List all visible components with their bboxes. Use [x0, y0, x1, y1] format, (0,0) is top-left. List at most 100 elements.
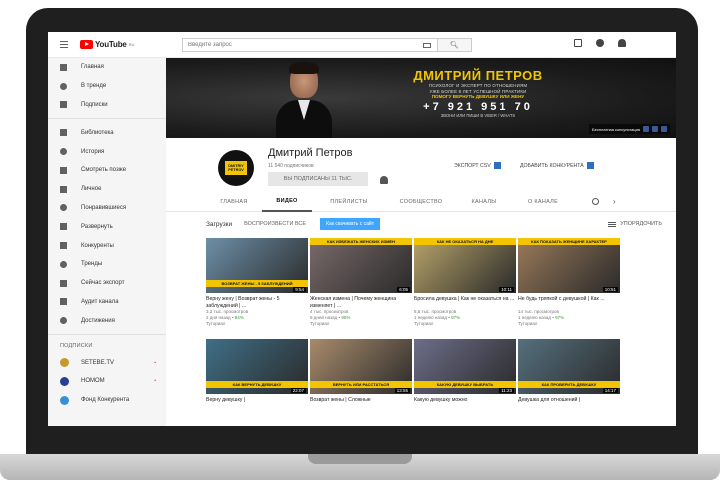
youtube-topbar: YouTube RU 🔍︎ [48, 32, 676, 227]
banner-links[interactable]: Бесплатная консультация [589, 124, 670, 134]
subscription-badge: • [154, 378, 156, 385]
sidebar-item-clock[interactable]: Смотреть позже [48, 161, 166, 180]
menu-icon[interactable] [60, 41, 68, 48]
video-card[interactable]: КАК ПОКАЗАТЬ ЖЕНЩИНЕ ХАРАКТЕР 10:51 Не буд… [518, 238, 620, 327]
thumbnail-caption: КАК ВЕРНУТЬ ДЕВУШКУ [206, 381, 308, 388]
sidebar-item-competitors[interactable]: Конкуренты [48, 236, 166, 255]
search-channel-icon[interactable] [592, 198, 599, 205]
banner-text: ДМИТРИЙ ПЕТРОВ ПСИХОЛОГ И ЭКСПЕРТ ПО ОТН… [398, 68, 558, 118]
uploads-label[interactable]: Загрузки [206, 221, 232, 228]
video-thumbnail[interactable]: КАК ВЕРНУТЬ ДЕВУШКУ 22:07 [206, 339, 308, 394]
video-thumbnail[interactable]: КАК ПРОВЕРИТЬ ДЕВУШКУ 14:17 [518, 339, 620, 394]
sidebar-item-history[interactable]: История [48, 142, 166, 161]
sidebar-item-folder[interactable]: Личное [48, 180, 166, 199]
video-card[interactable]: КАКУЮ ДЕВУШКУ ВЫБРАТЬ 11:23 Какую девушку … [414, 339, 516, 410]
tab-4[interactable]: КАНАЛЫ [456, 192, 512, 212]
video-title[interactable]: Бросила девушка | Как не оказаться на ..… [414, 296, 516, 309]
sort-button[interactable]: УПОРЯДОЧИТЬ [608, 221, 662, 227]
sidebar-item-library[interactable]: Библиотека [48, 123, 166, 142]
sidebar-item-subscriptions[interactable]: Подписки [48, 96, 166, 115]
video-card[interactable]: КАК ВЕРНУТЬ ДЕВУШКУ 22:07 Верну девушку | [206, 339, 308, 410]
video-thumbnail[interactable]: КАК НЕ ОКАЗАТЬСЯ НА ДНЕ 10:11 [414, 238, 516, 293]
avatar-logo: DMITRIY PETROV [225, 161, 247, 175]
video-title[interactable]: Возврат жены | Сложные [310, 397, 412, 410]
subscription-item[interactable]: Фонд Конкурента [48, 391, 166, 410]
subscriptions-icon [60, 101, 67, 109]
sidebar-item-home[interactable]: Главная [48, 58, 166, 77]
sidebar-item-audit[interactable]: Аудит канала [48, 293, 166, 312]
video-title[interactable]: Верну жену | Возврат жены - 5 заблуждени… [206, 296, 308, 309]
notifications-icon[interactable] [618, 39, 626, 47]
fire-icon [60, 82, 67, 90]
video-duration: 10:51 [602, 287, 618, 292]
subscribed-button[interactable]: ВЫ ПОДПИСАНЫ 11 ТЫС. [268, 172, 368, 186]
banner-phone: +7 921 951 70 [423, 101, 533, 113]
trends-icon [60, 260, 67, 268]
video-title[interactable]: Какую девушку можно [414, 397, 516, 410]
tab-2[interactable]: ПЛЕЙЛИСТЫ [312, 192, 386, 212]
video-tag: Туториал [414, 321, 434, 326]
messages-icon[interactable] [596, 39, 604, 47]
sidebar-item-thumb-up[interactable]: Понравившиеся [48, 199, 166, 218]
subscription-name: НОМОМ [81, 378, 105, 385]
video-card[interactable]: КАК ИЗБЕЖАТЬ ЖЕНСКИХ ИЗМЕН 6:05 Женская из… [310, 238, 412, 327]
thumb-up-icon [60, 204, 67, 212]
video-title[interactable]: Девушка для отношений | [518, 397, 620, 410]
sidebar-item-label: Сейчас экспорт [81, 280, 125, 287]
banner-link-text[interactable]: Бесплатная консультация [592, 127, 640, 132]
keyboard-icon[interactable] [423, 42, 431, 48]
tab-3[interactable]: СООБЩЕСТВО [386, 192, 456, 212]
logo-text: YouTube [95, 40, 127, 49]
sidebar-item-chevron-down[interactable]: Развернуть [48, 217, 166, 236]
play-all-button[interactable]: ВОСПРОИЗВЕСТИ ВСЕ [244, 221, 306, 227]
sidebar-item-achievements[interactable]: Достижения [48, 311, 166, 330]
search-input[interactable] [183, 39, 423, 51]
video-grid: ВОЗВРАТ ЖЕНЫ - 5 ЗАБЛУЖДЕНИЙ 9:54 Верну же… [206, 238, 626, 410]
facebook-icon[interactable] [661, 126, 667, 132]
search-button[interactable]: 🔍︎ [437, 39, 471, 51]
video-card[interactable]: КАК НЕ ОКАЗАТЬСЯ НА ДНЕ 10:11 Бросила деву… [414, 238, 516, 327]
social-icon[interactable] [652, 126, 658, 132]
tab-0[interactable]: ГЛАВНАЯ [206, 192, 262, 212]
video-thumbnail[interactable]: КАК ПОКАЗАТЬ ЖЕНЩИНЕ ХАРАКТЕР 10:51 [518, 238, 620, 293]
chevron-right-icon[interactable]: › [613, 197, 616, 206]
subscription-item[interactable]: НОМОМ • [48, 372, 166, 391]
thumbnail-caption: ВЕРНУТЬ ИЛИ РАССТАТЬСЯ [310, 381, 412, 388]
search-box: 🔍︎ [182, 38, 472, 52]
youtube-logo[interactable]: YouTube RU [80, 40, 134, 49]
video-thumbnail[interactable]: КАК ИЗБЕЖАТЬ ЖЕНСКИХ ИЗМЕН 6:05 [310, 238, 412, 293]
video-thumbnail[interactable]: КАКУЮ ДЕВУШКУ ВЫБРАТЬ 11:23 [414, 339, 516, 394]
sidebar-item-trends[interactable]: Тренды [48, 255, 166, 274]
video-thumbnail[interactable]: ВОЗВРАТ ЖЕНЫ - 5 ЗАБЛУЖДЕНИЙ 9:54 [206, 238, 308, 293]
video-duration: 10:11 [499, 287, 514, 292]
tab-1[interactable]: ВИДЕО [262, 192, 312, 212]
create-video-icon[interactable] [574, 39, 582, 47]
download-button[interactable]: Как скачивать с сайт [320, 218, 381, 230]
sidebar-item-export[interactable]: Сейчас экспорт [48, 274, 166, 293]
video-title[interactable]: Верну девушку | [206, 397, 308, 410]
channel-avatar-icon [60, 376, 69, 386]
sidebar-item-label: Достижения [81, 317, 115, 324]
compare-label: ДОБАВИТЬ КОНКУРЕНТА [520, 162, 584, 169]
library-icon [60, 129, 67, 137]
video-duration: 9:54 [293, 287, 306, 292]
video-thumbnail[interactable]: ВЕРНУТЬ ИЛИ РАССТАТЬСЯ 13:55 [310, 339, 412, 394]
video-age: 1 неделю назад [518, 315, 552, 320]
video-card[interactable]: ВОЗВРАТ ЖЕНЫ - 5 ЗАБЛУЖДЕНИЙ 9:54 Верну же… [206, 238, 308, 327]
sidebar-item-fire[interactable]: В тренде [48, 77, 166, 96]
video-card[interactable]: КАК ПРОВЕРИТЬ ДЕВУШКУ 14:17 Девушка для от… [518, 339, 620, 410]
video-card[interactable]: ВЕРНУТЬ ИЛИ РАССТАТЬСЯ 13:55 Возврат жены … [310, 339, 412, 410]
video-title[interactable]: Женская измена | Почему женщина изменяет… [310, 296, 412, 309]
screen: YouTube RU 🔍︎ Главная В тренде Подписки Би… [48, 32, 676, 426]
chevron-down-icon [60, 223, 67, 231]
vk-icon[interactable] [643, 126, 649, 132]
channel-tabs: ГЛАВНАЯ ВИДЕО ПЛЕЙЛИСТЫ СООБЩЕСТВО КАНАЛЫ О К… [166, 192, 676, 212]
tab-5[interactable]: О КАНАЛЕ [512, 192, 574, 212]
bell-icon[interactable] [380, 176, 388, 184]
subscription-item[interactable]: SETEBE.TV ▪ [48, 353, 166, 372]
video-title[interactable]: Не будь тряпкой с девушкой | Как ... [518, 296, 620, 309]
export-csv-button[interactable]: ЭКСПОРТ CSV [454, 162, 501, 169]
video-like-ratio: 95% [341, 315, 351, 320]
add-competitor-button[interactable]: ДОБАВИТЬ КОНКУРЕНТА [520, 162, 594, 169]
channel-avatar[interactable]: DMITRIY PETROV [218, 150, 254, 186]
